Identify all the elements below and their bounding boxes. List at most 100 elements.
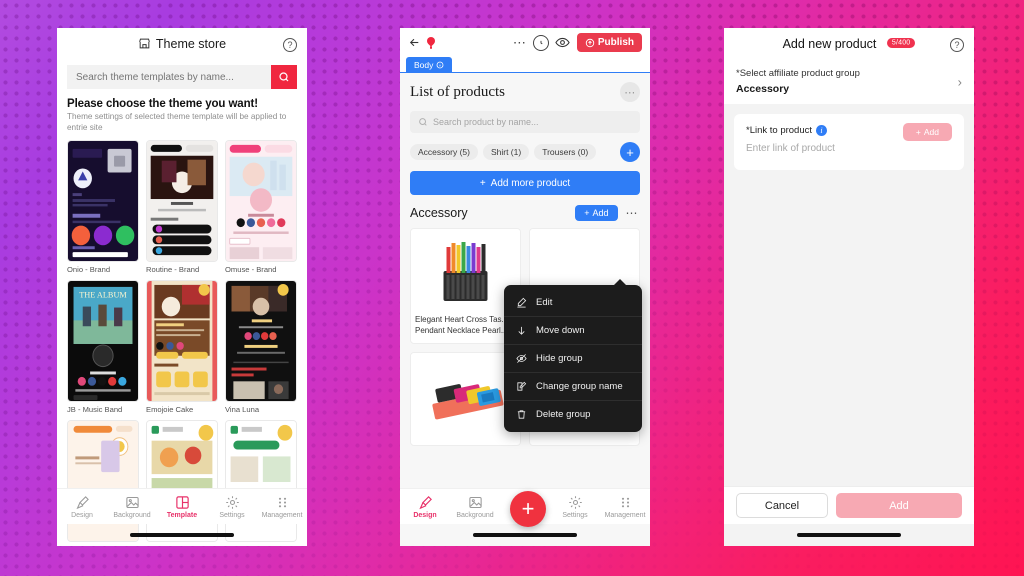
grid-dots-icon [257,495,307,510]
template-icon [157,495,207,510]
tab-label: Body [414,59,434,70]
page-title-text: Theme store [155,36,227,51]
theme-grid: Onio - Brand Routine - Brand Omuse - Bra… [67,140,297,545]
product-search-placeholder: Search product by name... [433,117,539,127]
group-field-value: Accessory [736,83,790,95]
help-circle-icon[interactable]: ? [950,35,964,53]
menu-item-move-down[interactable]: Move down [504,317,642,345]
chip-shirt[interactable]: Shirt (1) [482,144,530,160]
theme-label: Routine - Brand [146,265,200,275]
page-title-text: Add new product [782,36,877,51]
select-product-group-row[interactable]: *Select affiliate product group Accessor… [724,59,974,104]
image-icon [107,495,157,510]
pencil-icon [516,297,527,308]
theme-thumbnail [225,140,297,263]
product-title [530,435,639,445]
more-horizontal-icon[interactable]: ⋯ [620,82,640,102]
tab-body[interactable]: Body [406,57,453,72]
grid-dots-icon [600,495,650,510]
group-add-label: Add [592,208,609,218]
cancel-button[interactable]: Cancel [736,493,828,518]
count-badge: 5/400 [886,38,916,49]
nav-item-template[interactable]: Template [157,495,207,519]
menu-item-change-group-name[interactable]: Change group name [504,373,642,401]
plus-icon: + [584,208,590,218]
arrow-down-icon [516,325,527,336]
info-icon[interactable]: i [816,125,828,136]
nav-item-settings[interactable]: Settings [207,495,257,519]
theme-store-body: Please choose the theme you want! Theme … [57,96,307,545]
search-input[interactable] [67,65,271,89]
location-pin-icon[interactable] [427,37,435,49]
theme-card[interactable] [146,420,218,545]
add-category-button[interactable]: + [620,142,640,162]
group-field-label: *Select affiliate product group [736,68,860,79]
back-arrow-icon[interactable] [408,36,421,49]
clock-icon[interactable] [532,34,549,51]
info-circle-icon [436,61,444,69]
link-input-placeholder[interactable]: Enter link of product [746,143,952,154]
image-icon [450,495,500,510]
theme-card[interactable]: Emojoie Cake [146,280,218,414]
nav-label: Management [604,511,646,519]
nav-item-settings[interactable]: Settings [550,495,600,519]
theme-card[interactable]: THE ALBUM JB - Music Band [67,280,139,414]
gear-icon [207,495,257,510]
menu-item-delete-group[interactable]: Delete group [504,401,642,428]
plus-icon: + [479,177,486,189]
home-indicator [130,533,234,537]
theme-card[interactable]: Vina Luna [225,280,297,414]
page-title: Add new product 5/400 [783,35,916,53]
nav-label: Design [71,511,93,519]
theme-thumbnail [146,280,218,403]
chip-trousers[interactable]: Trousers (0) [534,144,597,160]
nav-item-design[interactable]: Design [400,495,450,519]
page-title: Theme store [138,37,226,51]
theme-label: Onio - Brand [67,265,111,275]
theme-card[interactable] [67,420,139,545]
svg-text:THE ALBUM: THE ALBUM [79,290,127,300]
add-more-product-button[interactable]: + Add more product [410,171,640,195]
help-circle-icon[interactable]: ? [283,35,297,53]
theme-label: Vina Luna [225,405,260,415]
menu-item-label: Change group name [536,381,623,392]
eye-icon[interactable] [555,35,571,51]
add-button[interactable]: Add [836,493,962,518]
add-link-button[interactable]: + Add [902,123,952,141]
upload-icon [585,38,595,48]
brush-icon [400,495,450,510]
group-more-icon[interactable]: ⋯ [624,206,641,220]
theme-store-header: Theme store ? [57,28,307,59]
nav-label: Template [166,511,198,519]
theme-card[interactable]: Omuse - Brand [225,140,297,274]
page-title: List of products [410,83,505,100]
theme-thumbnail [146,420,218,543]
nav-item-design[interactable]: Design [57,495,107,519]
editor-toolbar: ⋯ Publish [400,28,650,57]
menu-item-hide-group[interactable]: Hide group [504,345,642,373]
nav-item-background[interactable]: Background [450,495,500,519]
tab-strip: Body [400,57,650,73]
chip-accessory[interactable]: Accessory (5) [410,144,478,160]
theme-card[interactable] [225,420,297,545]
group-add-button[interactable]: + Add [575,205,618,221]
group-context-menu: Edit Move down Hide group Change group n… [504,279,642,432]
menu-item-edit[interactable]: Edit [504,289,642,317]
add-link-label: Add [923,127,939,137]
nav-label: Settings [219,511,245,519]
more-horizontal-icon[interactable]: ⋯ [513,36,527,49]
theme-label: Omuse - Brand [225,265,277,275]
theme-card[interactable]: Routine - Brand [146,140,218,274]
search-button[interactable] [271,65,297,89]
nav-item-background[interactable]: Background [107,495,157,519]
theme-thumbnail: THE ALBUM [67,280,139,403]
publish-button[interactable]: Publish [576,33,642,52]
store-icon [138,37,151,50]
menu-item-label: Hide group [536,353,583,364]
product-search-input[interactable]: Search product by name... [410,111,640,133]
add-floating-action-button[interactable]: + [510,491,546,527]
theme-card[interactable]: Onio - Brand [67,140,139,274]
category-chips: Accessory (5) Shirt (1) Trousers (0) + [410,142,640,162]
nav-item-management[interactable]: Management [600,495,650,519]
nav-item-management[interactable]: Management [257,495,307,519]
